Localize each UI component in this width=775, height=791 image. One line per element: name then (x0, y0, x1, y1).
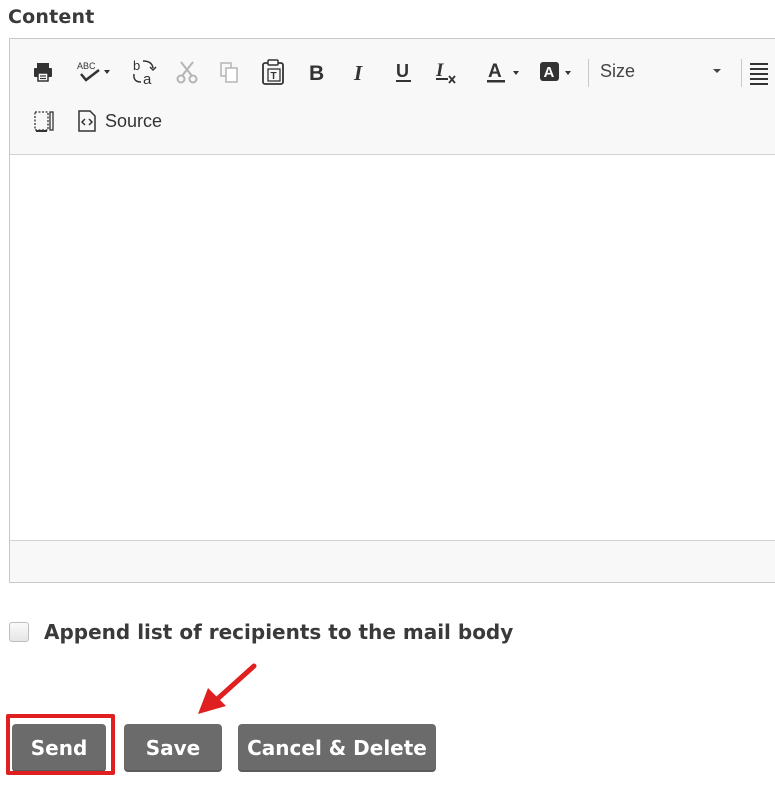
align-justify-icon[interactable] (748, 59, 770, 87)
chevron-down-icon (713, 69, 721, 73)
toolbar-separator (741, 59, 742, 87)
source-label: Source (105, 110, 163, 131)
svg-text:A: A (488, 61, 502, 82)
underline-icon[interactable]: U (391, 57, 417, 87)
svg-text:T: T (271, 71, 277, 82)
save-button[interactable]: Save (124, 724, 222, 772)
editor-status-bar (10, 540, 775, 582)
cancel-delete-button[interactable]: Cancel & Delete (238, 724, 436, 772)
text-color-icon[interactable]: A (484, 57, 524, 87)
svg-text:b: b (133, 58, 140, 73)
editor-toolbar: ABC ba T B I U I A A Size Source (10, 39, 775, 155)
paste-text-icon[interactable]: T (259, 57, 287, 87)
spellcheck-icon[interactable]: ABC (74, 57, 114, 87)
background-color-icon[interactable]: A (538, 57, 578, 87)
svg-text:a: a (143, 71, 152, 87)
editor-content-area[interactable] (10, 155, 775, 541)
svg-text:I: I (353, 61, 363, 84)
annotation-arrow-icon (198, 663, 257, 714)
rich-text-editor: ABC ba T B I U I A A Size Source (9, 38, 775, 583)
content-label: Content (8, 6, 95, 28)
font-size-dropdown[interactable]: Size (600, 55, 730, 87)
append-recipients-row: Append list of recipients to the mail bo… (9, 620, 513, 644)
cut-icon[interactable] (174, 58, 200, 86)
svg-text:U: U (396, 61, 409, 81)
italic-icon[interactable]: I (348, 57, 372, 87)
svg-text:B: B (309, 62, 324, 84)
show-blocks-icon[interactable] (32, 108, 56, 136)
print-icon[interactable] (30, 59, 56, 85)
bold-icon[interactable]: B (304, 57, 328, 87)
svg-text:I: I (435, 60, 444, 81)
svg-text:A: A (544, 64, 555, 81)
copy-icon[interactable] (216, 58, 242, 86)
source-icon (78, 110, 96, 132)
send-highlight-box (6, 714, 115, 775)
append-recipients-checkbox[interactable] (9, 622, 29, 642)
append-recipients-label: Append list of recipients to the mail bo… (44, 620, 514, 644)
font-size-label: Size (600, 61, 636, 81)
source-button[interactable]: Source (77, 106, 162, 136)
svg-text:ABC: ABC (77, 61, 96, 71)
toolbar-separator (588, 59, 589, 87)
remove-format-icon[interactable]: I (432, 57, 462, 87)
replace-icon[interactable]: ba (128, 56, 160, 88)
